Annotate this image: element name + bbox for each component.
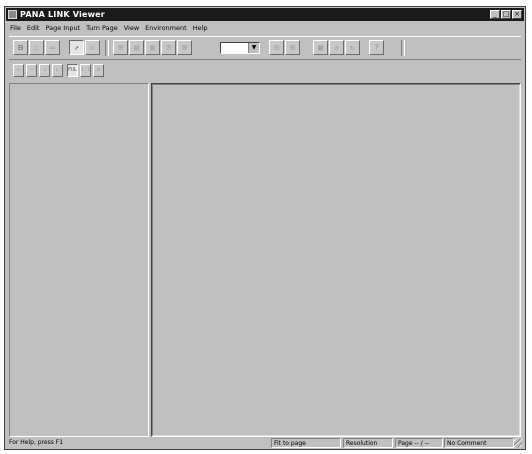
thumbnail-pane[interactable] [9,83,149,437]
last-page-button[interactable]: ▷ [52,64,63,77]
save-button[interactable]: ▭ [45,40,60,55]
next-page-button[interactable]: ◁ [39,64,50,77]
layout-button-3[interactable]: ▥ [145,40,160,55]
document-view-frame [152,84,520,436]
menu-bar: File Edit Page Input Turn Page View Envi… [7,22,523,34]
zoom-combo[interactable]: ▼ [220,42,260,54]
layout-button-5[interactable]: ⊠ [177,40,192,55]
page-view-button[interactable]: ▦ [313,40,328,55]
rotate-right-button[interactable]: ↻ [345,40,360,55]
chevron-down-icon[interactable]: ▼ [248,43,259,53]
close-button[interactable]: × [512,10,522,19]
open-button[interactable]: ⊟ [13,40,28,55]
title-bar[interactable]: PANA LINK Viewer _ □ × [6,8,524,21]
first-page-button[interactable]: ⇦ [13,64,24,77]
status-comment: No Comment [444,438,514,448]
minimize-button[interactable]: _ [490,10,500,19]
area-tool-button[interactable]: ▫ [85,40,100,55]
toolbar-separator [105,40,109,56]
title-controls: _ □ × [490,10,522,19]
app-window: PANA LINK Viewer _ □ × File Edit Page In… [4,6,526,450]
toolbar-separator [401,40,405,56]
layout-button-2[interactable]: ▤ [129,40,144,55]
status-page: Page -- / -- [395,438,443,448]
status-bar: For Help, press F1 Fit to page Resolutio… [7,438,523,448]
fit-view-button[interactable]: ⊡ [93,64,104,77]
menu-edit[interactable]: Edit [24,24,43,32]
actual-size-button[interactable]: 1:1 [80,64,91,77]
status-help-text: For Help, press F1 [9,439,64,446]
select-tool-button[interactable]: ↗ [69,40,84,55]
main-toolbar: ⊟ ○ ▭ ↗ ▫ ⊞ ▤ ▥ ⊡ ⊠ ▼ ⊟ ⊞ ▦ ↺ ↻ ? [9,36,521,60]
menu-page-input[interactable]: Page Input [42,24,83,32]
status-resolution: Resolution [343,438,393,448]
zoom-in-button[interactable]: ⊟ [269,40,284,55]
app-icon[interactable] [8,10,17,19]
zoom-out-button[interactable]: ⊞ [285,40,300,55]
menu-help[interactable]: Help [190,24,211,32]
status-fit-mode: Fit to page [271,438,341,448]
menu-file[interactable]: File [7,24,24,32]
layout-button-1[interactable]: ⊞ [113,40,128,55]
document-view-pane[interactable] [151,83,521,437]
window-title: PANA LINK Viewer [20,10,105,19]
resize-grip[interactable] [514,439,522,447]
menu-view[interactable]: View [121,24,142,32]
full-view-button[interactable]: FUL [67,64,78,77]
rotate-left-button[interactable]: ↺ [329,40,344,55]
menu-turn-page[interactable]: Turn Page [83,24,121,32]
search-button[interactable]: ○ [29,40,44,55]
prev-page-button[interactable]: ⇨ [26,64,37,77]
maximize-button[interactable]: □ [501,10,511,19]
menu-environment[interactable]: Environment [142,24,190,32]
page-toolbar: ⇦ ⇨ ◁ ▷ FUL 1:1 ⊡ [9,60,521,80]
help-button[interactable]: ? [369,40,384,55]
layout-button-4[interactable]: ⊡ [161,40,176,55]
